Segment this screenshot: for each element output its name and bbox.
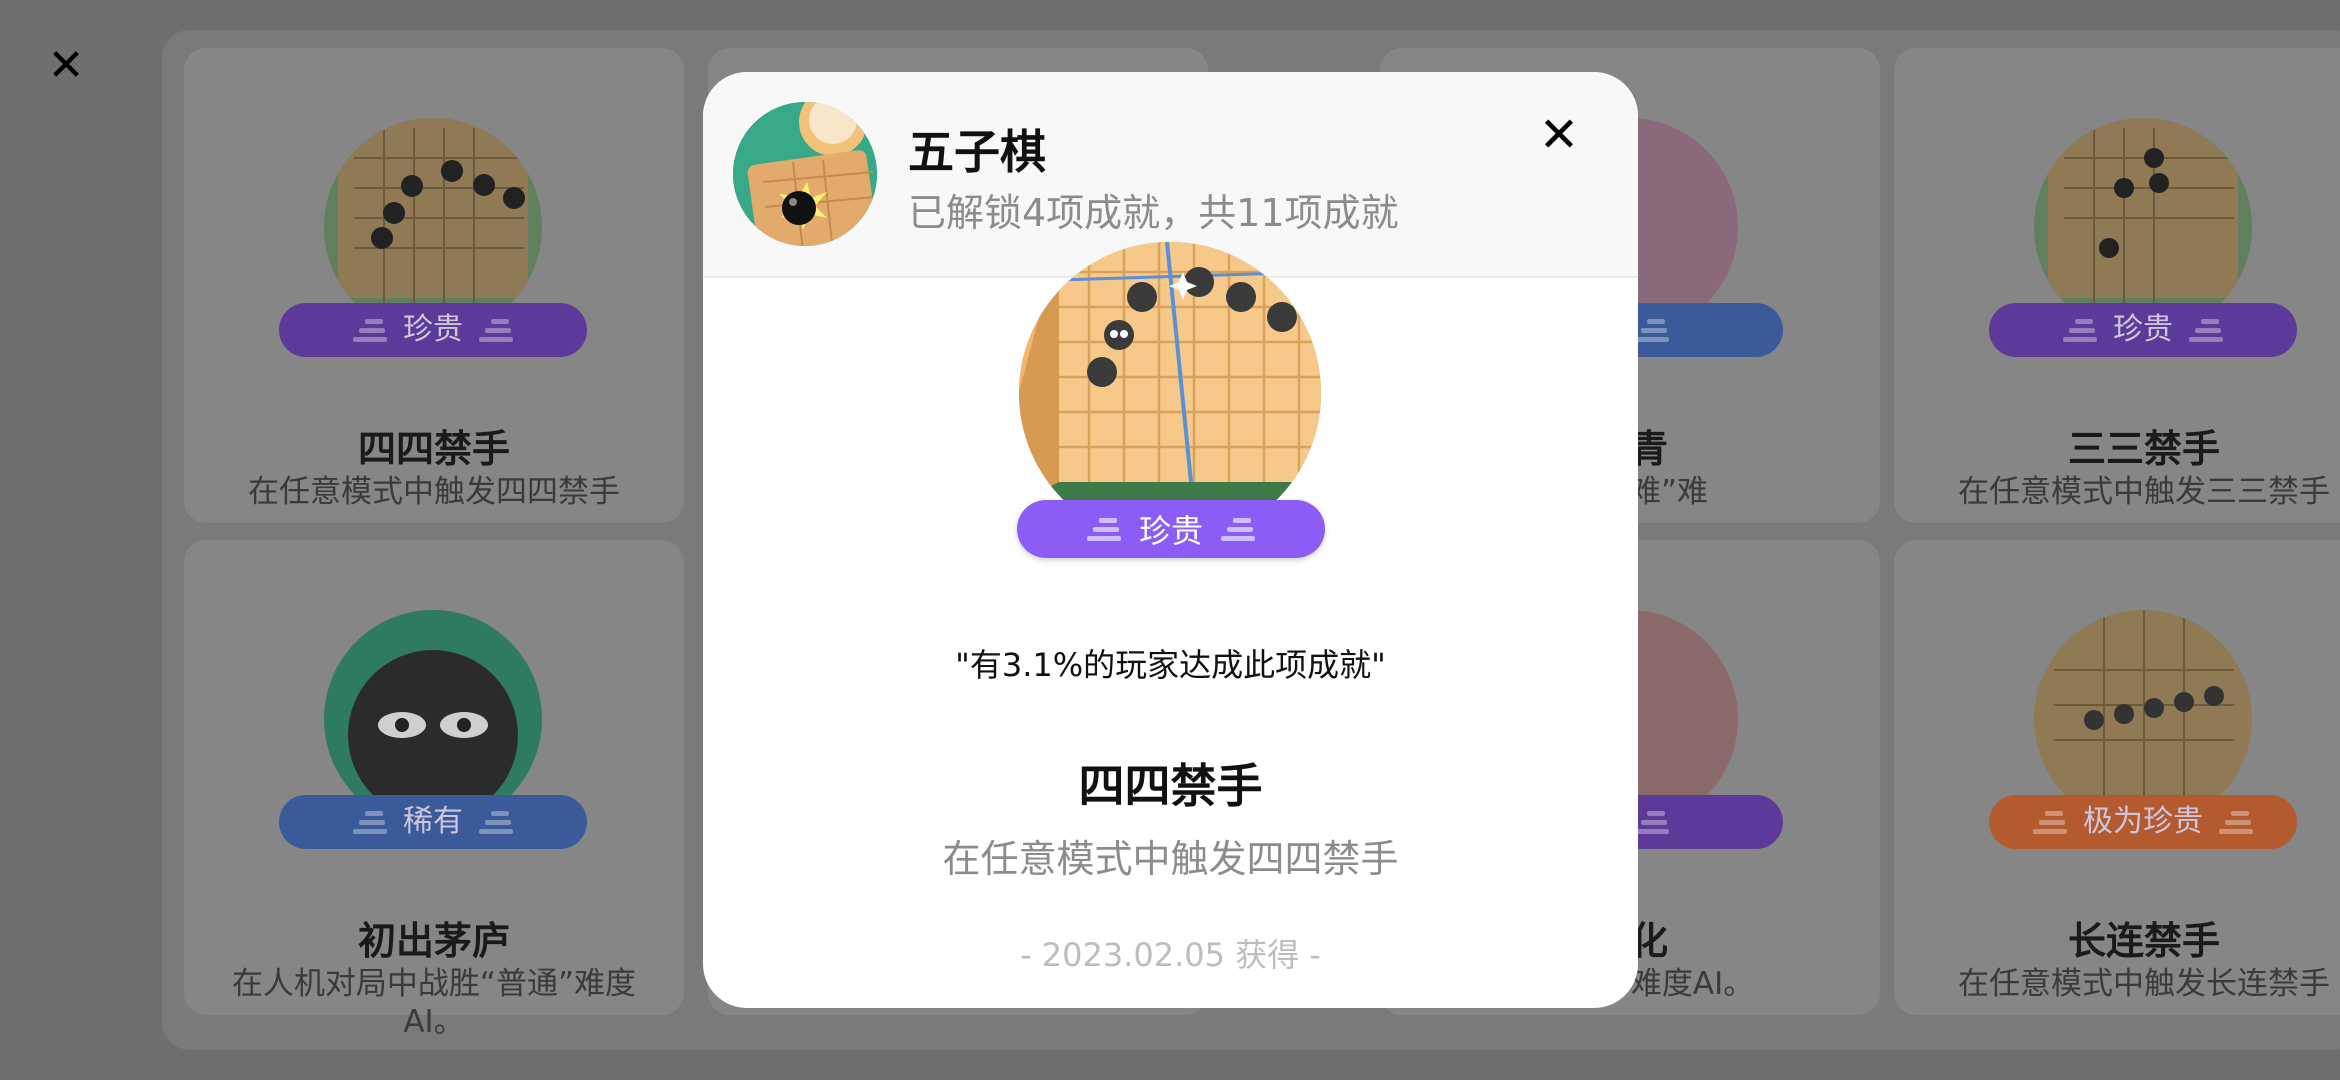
achievement-name: 长连禁手 (2067, 919, 2220, 963)
badge-decoration-icon (1635, 810, 1669, 834)
achievement-desc: 在任意模式中触发四四禁手 (942, 837, 1399, 881)
rarity-badge: 珍贵 (1989, 303, 2297, 357)
badge-decoration-icon (2033, 810, 2067, 834)
achievement-card[interactable]: 稀有 初出茅庐 在人机对局中战胜“普通”难度AI。 (184, 540, 684, 1040)
rarity-badge: 稀有 (279, 795, 587, 849)
close-icon[interactable]: ✕ (1534, 110, 1584, 160)
achievement-desc: 在任意模式中触发三三禁手 (1958, 474, 2330, 510)
achievement-desc: 在人机对局中战胜“普通”难度AI。 (231, 966, 637, 1040)
achievement-name: 初出茅庐 (357, 919, 510, 963)
achievement-desc: 在任意模式中触发长连禁手 (1958, 966, 2330, 1002)
achievement-name: 四四禁手 (357, 427, 510, 471)
close-icon[interactable]: ✕ (46, 44, 86, 88)
badge-decoration-icon (2063, 318, 2097, 342)
achievement-name: 三三禁手 (2067, 427, 2220, 471)
badge-decoration-icon (353, 810, 387, 834)
badge-decoration-icon (1635, 318, 1669, 342)
rarity-badge: 珍贵 (1017, 500, 1325, 558)
badge-decoration-icon (2219, 810, 2253, 834)
badge-decoration-icon (353, 318, 387, 342)
achievement-card[interactable]: 珍贵 四四禁手 在任意模式中触发四四禁手 (184, 48, 684, 523)
achievement-card[interactable]: 珍贵 三三禁手 在任意模式中触发三三禁手 (1894, 48, 2340, 523)
badge-decoration-icon (1086, 517, 1121, 541)
achievement-detail-modal: 五子棋 已解锁4项成就，共11项成就 ✕ 珍贵 "有3.1%的玩家达成此项成就"… (703, 72, 1638, 1008)
gomoku-game-icon (733, 102, 877, 246)
achievement-desc: 在任意模式中触发四四禁手 (248, 474, 620, 510)
badge-decoration-icon (1221, 517, 1255, 541)
game-title: 五子棋 (908, 125, 1046, 179)
achievement-card[interactable]: 极为珍贵 长连禁手 在任意模式中触发长连禁手 (1894, 540, 2340, 1015)
completion-percent: "有3.1%的玩家达成此项成就" (955, 646, 1386, 684)
obtained-date: - 2023.02.05 获得 - (1020, 936, 1321, 974)
rarity-badge: 极为珍贵 (1989, 795, 2297, 849)
achievement-name: 四四禁手 (1078, 759, 1263, 813)
unlock-progress: 已解锁4项成就，共11项成就 (908, 191, 1399, 235)
badge-decoration-icon (479, 810, 513, 834)
rarity-badge: 珍贵 (279, 303, 587, 357)
badge-decoration-icon (2189, 318, 2223, 342)
gomoku-board-icon (1019, 242, 1321, 544)
badge-decoration-icon (479, 318, 513, 342)
